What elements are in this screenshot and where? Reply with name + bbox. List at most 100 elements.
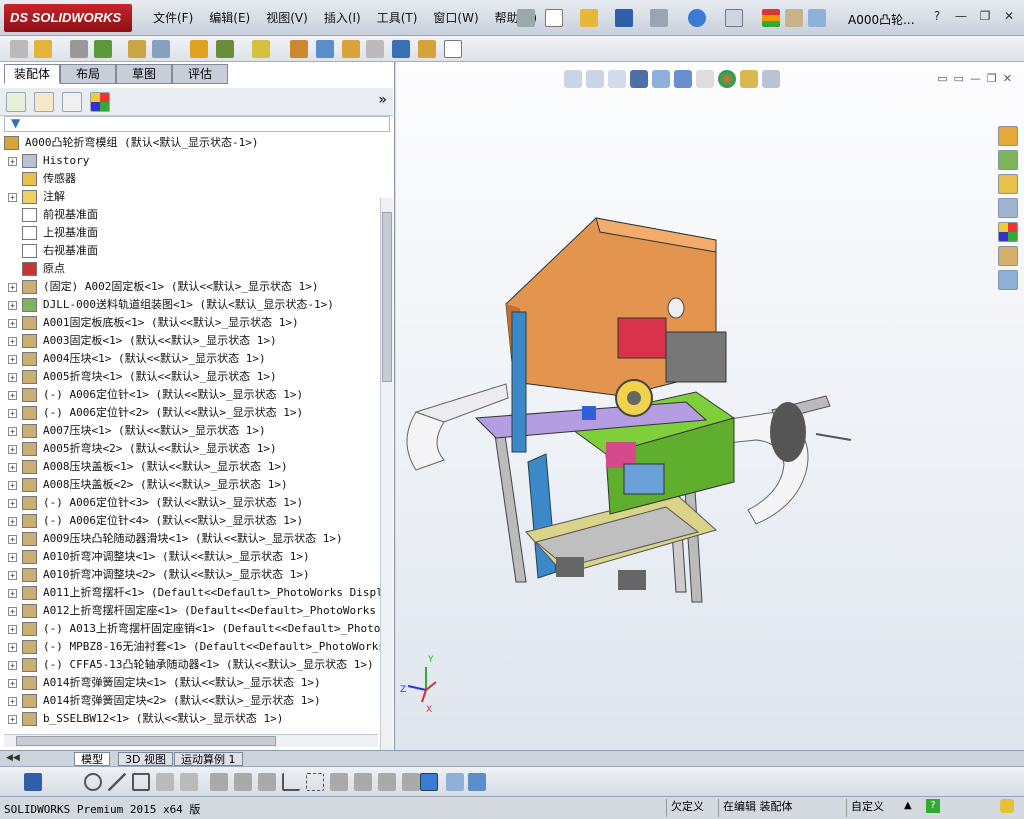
menu-help[interactable]: 帮助(H) — [487, 9, 545, 27]
close-button[interactable]: ✕ — [1000, 8, 1018, 24]
file-explorer-icon[interactable] — [998, 174, 1018, 194]
expand-icon[interactable]: + — [8, 391, 17, 400]
view-palette-icon[interactable] — [998, 198, 1018, 218]
print-icon[interactable] — [650, 9, 668, 27]
tree-row[interactable]: + A005折弯块<1> (默认<<默认>_显示状态 1>) — [0, 368, 380, 386]
expand-icon[interactable]: + — [8, 517, 17, 526]
tab-assembly[interactable]: 装配体 — [4, 64, 60, 84]
restore-button[interactable]: ❐ — [976, 8, 994, 24]
tree-row[interactable]: + (-) A006定位针<2> (默认<<默认>_显示状态 1>) — [0, 404, 380, 422]
forum-icon[interactable] — [998, 270, 1018, 290]
tree-row[interactable]: + (-) CFFA5-13凸轮轴承随动器<1> (默认<<默认>_显示状态 1>… — [0, 656, 380, 674]
tree-row[interactable]: + A010折弯冲调整块<2> (默认<<默认>_显示状态 1>) — [0, 566, 380, 584]
expand-icon[interactable]: + — [8, 715, 17, 724]
tree-row[interactable]: + (-) A013上折弯摆杆固定座销<1> (Default<<Default>… — [0, 620, 380, 638]
status-help-icon[interactable]: ? — [926, 799, 940, 813]
new-document-icon[interactable] — [545, 9, 563, 27]
take-snapshot-icon[interactable] — [444, 40, 462, 58]
reference-geometry-icon[interactable] — [252, 40, 270, 58]
rebuild-traffic-light-icon[interactable] — [762, 9, 780, 27]
tree-row[interactable]: 原点 — [0, 260, 380, 278]
instant3d-icon[interactable] — [392, 40, 410, 58]
expand-icon[interactable]: + — [8, 679, 17, 688]
tree-row[interactable]: + History — [0, 152, 380, 170]
expand-icon[interactable]: + — [8, 355, 17, 364]
camera-icon[interactable] — [446, 773, 464, 791]
update-speedpak-icon[interactable] — [418, 40, 436, 58]
expand-icon[interactable]: + — [8, 283, 17, 292]
tab-layout[interactable]: 布局 — [60, 64, 116, 84]
tree-row[interactable]: + A012上折弯摆杆固定座<1> (Default<<Default>_Phot… — [0, 602, 380, 620]
tree-row[interactable]: 前视基准面 — [0, 206, 380, 224]
expand-icon[interactable]: + — [8, 301, 17, 310]
construction-icon[interactable] — [306, 773, 324, 791]
dimension-icon[interactable] — [330, 773, 348, 791]
expand-icon[interactable]: + — [8, 193, 17, 202]
smart-dimension-icon[interactable] — [234, 773, 252, 791]
property-manager-icon[interactable] — [34, 92, 54, 112]
units-dropdown-icon[interactable]: ▲ — [904, 800, 912, 811]
exploded-view-icon[interactable] — [342, 40, 360, 58]
expand-icon[interactable]: + — [8, 625, 17, 634]
menu-window[interactable]: 窗口(W) — [425, 9, 486, 27]
hscroll-thumb[interactable] — [16, 736, 276, 746]
offset-icon[interactable] — [210, 773, 228, 791]
tree-row[interactable]: + A014折弯弹簧固定块<2> (默认<<默认>_显示状态 1>) — [0, 692, 380, 710]
tree-row[interactable]: A000凸轮折弯模组 (默认<默认_显示状态-1>) — [0, 134, 380, 152]
tree-row[interactable]: + A014折弯弹簧固定块<1> (默认<<默认>_显示状态 1>) — [0, 674, 380, 692]
table-icon[interactable] — [468, 773, 486, 791]
insert-component-icon[interactable] — [10, 40, 28, 58]
expand-panel-icon[interactable]: » — [378, 92, 387, 108]
tree-row[interactable]: + (-) MPBZ8-16无油衬套<1> (Default<<Default>_… — [0, 638, 380, 656]
feature-manager-tree-icon[interactable] — [6, 92, 26, 112]
solidworks-logo[interactable]: DS SOLIDWORKS — [4, 4, 132, 32]
assembly-features-icon[interactable] — [216, 40, 234, 58]
expand-icon[interactable]: + — [8, 571, 17, 580]
tree-row[interactable]: 右视基准面 — [0, 242, 380, 260]
expand-icon[interactable]: + — [8, 445, 17, 454]
tree-row[interactable]: + (固定) A002固定板<1> (默认<<默认>_显示状态 1>) — [0, 278, 380, 296]
tree-row[interactable]: + A003固定板<1> (默认<<默认>_显示状态 1>) — [0, 332, 380, 350]
tree-filter[interactable]: ▼ — [4, 116, 390, 132]
show-hidden-icon[interactable] — [190, 40, 208, 58]
options-icon[interactable] — [808, 9, 826, 27]
line-icon[interactable] — [108, 773, 126, 791]
tag-icon[interactable] — [1000, 799, 1014, 813]
scroll-thumb[interactable] — [382, 212, 392, 382]
display-manager-icon[interactable] — [90, 92, 110, 112]
expand-icon[interactable]: + — [8, 553, 17, 562]
expand-icon[interactable]: + — [8, 373, 17, 382]
scroll-tabs-left-icon[interactable]: ◀◀ — [6, 753, 20, 763]
move-component-icon[interactable] — [152, 40, 170, 58]
tab-evaluate[interactable]: 评估 — [172, 64, 228, 84]
tree-horizontal-scrollbar[interactable] — [4, 734, 378, 747]
appearances-icon[interactable] — [998, 222, 1018, 242]
tree-row[interactable]: 传感器 — [0, 170, 380, 188]
expand-icon[interactable]: + — [8, 337, 17, 346]
trim-icon[interactable] — [156, 773, 174, 791]
mirror-icon[interactable] — [258, 773, 276, 791]
open-folder-icon[interactable] — [580, 9, 598, 27]
expand-icon[interactable]: + — [8, 319, 17, 328]
tree-row[interactable]: + DJLL-000送料轨道组装图<1> (默认<默认_显示状态-1>) — [0, 296, 380, 314]
minimize-button[interactable]: — — [952, 8, 970, 24]
status-custom-units[interactable]: 自定义 — [846, 799, 888, 817]
expand-icon[interactable]: + — [8, 643, 17, 652]
save-icon[interactable] — [615, 9, 633, 27]
tree-row[interactable]: + A008压块盖板<1> (默认<<默认>_显示状态 1>) — [0, 458, 380, 476]
tab-model[interactable]: 模型 — [74, 752, 110, 766]
expand-icon[interactable]: + — [8, 661, 17, 670]
tree-row[interactable]: + (-) A006定位针<4> (默认<<默认>_显示状态 1>) — [0, 512, 380, 530]
smart-fasteners-icon[interactable] — [128, 40, 146, 58]
tree-row[interactable]: + A010折弯冲调整块<1> (默认<<默认>_显示状态 1>) — [0, 548, 380, 566]
grid-icon[interactable] — [354, 773, 372, 791]
tree-row[interactable]: + 注解 — [0, 188, 380, 206]
graphics-area[interactable]: ▭ ▭ — ❐ ✕ Y Z X — [396, 62, 1024, 750]
polygon-icon[interactable] — [132, 773, 150, 791]
expand-icon[interactable]: + — [8, 481, 17, 490]
expand-icon[interactable]: + — [8, 463, 17, 472]
tab-3d-views[interactable]: 3D 视图 — [118, 752, 173, 766]
select-pointer-icon[interactable] — [725, 9, 743, 27]
tree-vertical-scrollbar[interactable] — [380, 198, 393, 798]
undo-icon[interactable] — [688, 9, 706, 27]
